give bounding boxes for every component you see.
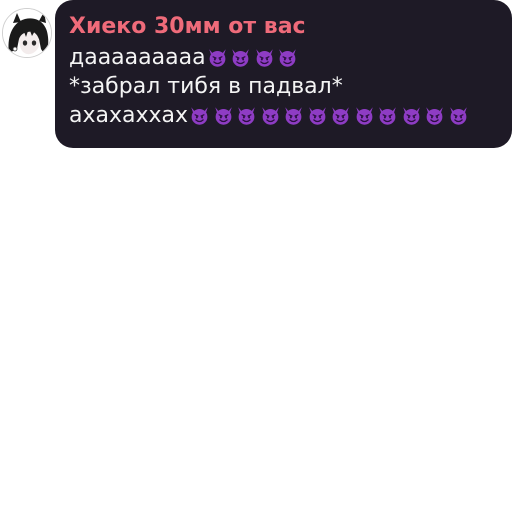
- smiling-imp-emoji-icon: [189, 105, 210, 126]
- smiling-imp-emoji-icon: [307, 105, 328, 126]
- avatar-anime-girl-icon: [3, 9, 51, 57]
- message-line: дааааааааа: [69, 43, 498, 72]
- avatar[interactable]: [2, 8, 52, 58]
- message-line: ахахаххах: [69, 101, 498, 130]
- message-bubble[interactable]: Хиеко 30мм от вас дааааааааа *забрал тиб…: [55, 0, 512, 148]
- message-line: *забрал тибя в падвал*: [69, 72, 498, 101]
- smiling-imp-emoji-icon: [213, 105, 234, 126]
- message-text: ахахаххах: [69, 103, 189, 128]
- smiling-imp-emoji-icon: [424, 105, 445, 126]
- smiling-imp-emoji-icon: [254, 47, 275, 68]
- chat-message: Хиеко 30мм от вас дааааааааа *забрал тиб…: [0, 0, 512, 150]
- smiling-imp-emoji-icon: [236, 105, 257, 126]
- smiling-imp-emoji-icon: [230, 47, 251, 68]
- message-text: дааааааааа: [69, 45, 206, 70]
- emoji-group: [207, 47, 301, 68]
- smiling-imp-emoji-icon: [448, 105, 469, 126]
- message-text: *забрал тибя в падвал*: [69, 74, 343, 99]
- smiling-imp-emoji-icon: [354, 105, 375, 126]
- emoji-group: [189, 105, 471, 126]
- smiling-imp-emoji-icon: [330, 105, 351, 126]
- sender-name[interactable]: Хиеко 30мм от вас: [69, 14, 498, 40]
- smiling-imp-emoji-icon: [207, 47, 228, 68]
- smiling-imp-emoji-icon: [277, 47, 298, 68]
- smiling-imp-emoji-icon: [260, 105, 281, 126]
- smiling-imp-emoji-icon: [401, 105, 422, 126]
- smiling-imp-emoji-icon: [283, 105, 304, 126]
- smiling-imp-emoji-icon: [377, 105, 398, 126]
